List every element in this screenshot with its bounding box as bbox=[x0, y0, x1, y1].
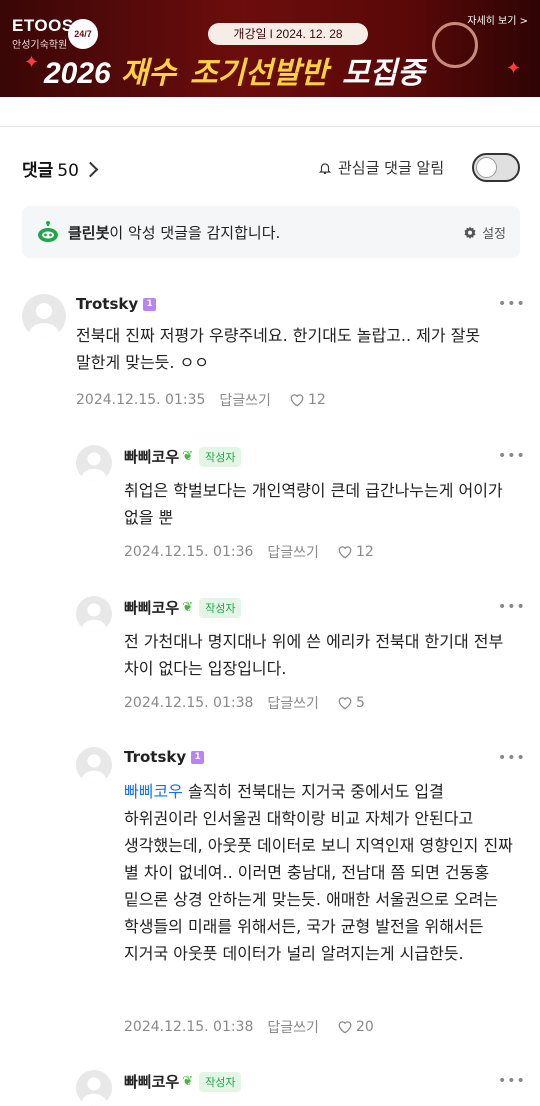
avatar[interactable] bbox=[76, 596, 112, 632]
avatar[interactable] bbox=[76, 445, 112, 481]
comment-body: 전 가천대나 명지대나 위에 쓴 에리카 전북대 한기대 전부 차이 없다는 입… bbox=[124, 632, 504, 678]
more-options-icon[interactable]: ••• bbox=[498, 296, 526, 312]
sparkle-icon: ✦ bbox=[506, 58, 522, 79]
banner-headline: 2026 재수 조기선발반 모집중 bbox=[44, 48, 425, 92]
comment-author[interactable]: Trotsky 1 bbox=[76, 295, 157, 313]
comment-alert: 관심글 댓글 알림 bbox=[318, 157, 444, 178]
comment-date: 2024.12.15. 01:38 bbox=[124, 695, 254, 711]
author-badge: 작성자 bbox=[199, 446, 242, 467]
robot-icon bbox=[38, 221, 58, 242]
sparkle-icon: ✦ bbox=[24, 52, 40, 73]
comment-author[interactable]: 빠삐코우 ❦ 작성자 bbox=[124, 597, 242, 618]
banner-word-a: 재수 bbox=[120, 57, 176, 90]
alert-label: 관심글 댓글 알림 bbox=[338, 159, 445, 177]
comment-date: 2024.12.15. 01:38 bbox=[124, 1019, 254, 1035]
alarm-clock-icon bbox=[432, 22, 478, 68]
heart-icon[interactable] bbox=[337, 696, 353, 710]
member-level-badge: 1 bbox=[191, 750, 205, 764]
heart-icon[interactable] bbox=[337, 545, 353, 559]
like-count: 20 bbox=[355, 1019, 374, 1035]
start-date-pill: 개강일 l 2024. 12. 28 bbox=[208, 23, 368, 45]
avatar[interactable] bbox=[76, 1070, 112, 1106]
more-options-icon[interactable]: ••• bbox=[498, 448, 526, 464]
comment-meta: 2024.12.15. 01:35 답글쓰기 12 bbox=[76, 390, 326, 410]
cleanbot-text: 클린봇이 악성 댓글을 감지합니다. bbox=[68, 222, 280, 243]
member-level-badge: 1 bbox=[143, 297, 157, 311]
author-nickname: 빠삐코우 bbox=[124, 1073, 180, 1091]
author-nickname: Trotsky bbox=[76, 295, 139, 313]
comment-alert-toggle[interactable] bbox=[472, 153, 520, 182]
reply-button[interactable]: 답글쓰기 bbox=[267, 542, 319, 562]
cleanbot-notice: 클린봇이 악성 댓글을 감지합니다. 설정 bbox=[22, 206, 520, 258]
gear-icon bbox=[464, 226, 476, 239]
comment-text: 솔직히 전북대는 지거국 중에서도 입결 하위권이라 인서울권 대학이랑 비교 … bbox=[124, 782, 513, 963]
author-nickname: 빠삐코우 bbox=[124, 448, 180, 466]
comment-meta: 2024.12.15. 01:36 답글쓰기 12 bbox=[124, 542, 374, 562]
toggle-knob bbox=[476, 157, 497, 178]
more-options-icon[interactable]: ••• bbox=[498, 750, 526, 766]
comments-heading[interactable]: 댓글 50 bbox=[22, 156, 99, 181]
comment-author[interactable]: 빠삐코우 ❦ 작성자 bbox=[124, 1071, 242, 1092]
sprout-icon: ❦ bbox=[182, 449, 194, 464]
comments-count: 50 bbox=[57, 161, 79, 181]
author-nickname: Trotsky bbox=[124, 748, 187, 766]
heart-icon[interactable] bbox=[337, 1020, 353, 1034]
comment-date: 2024.12.15. 01:36 bbox=[124, 544, 254, 560]
reply-button[interactable]: 답글쓰기 bbox=[267, 693, 319, 713]
cleanbot-settings-button[interactable]: 설정 bbox=[463, 223, 506, 242]
hours-badge: 24/7 bbox=[68, 19, 98, 49]
more-options-icon[interactable]: ••• bbox=[498, 599, 526, 615]
author-badge: 작성자 bbox=[199, 1071, 242, 1092]
comment-meta: 2024.12.15. 01:38 답글쓰기 5 bbox=[124, 693, 365, 713]
banner-word-b: 조기선발반 bbox=[189, 57, 328, 90]
cleanbot-message: 이 악성 댓글을 감지합니다. bbox=[109, 224, 281, 242]
banner-more-link[interactable]: 자세히 보기 > bbox=[467, 12, 528, 27]
banner-word-c: 모집중 bbox=[341, 57, 425, 90]
heart-icon[interactable] bbox=[289, 393, 305, 407]
author-nickname: 빠삐코우 bbox=[124, 599, 180, 617]
comment-body: 취업은 학벌보다는 개인역량이 큰데 급간나누는게 어이가 없을 뿐 bbox=[124, 481, 503, 527]
more-options-icon[interactable]: ••• bbox=[498, 1073, 526, 1089]
comment-meta: 2024.12.15. 01:38 답글쓰기 20 bbox=[124, 1017, 374, 1037]
like-count: 5 bbox=[355, 695, 365, 711]
brand-logo: ETOOS bbox=[12, 16, 74, 35]
mention-link[interactable]: 빠삐코우 bbox=[124, 782, 183, 801]
sprout-icon: ❦ bbox=[182, 1074, 194, 1089]
chevron-right-icon bbox=[82, 161, 99, 178]
avatar[interactable] bbox=[22, 294, 66, 338]
comment-author[interactable]: 빠삐코우 ❦ 작성자 bbox=[124, 446, 242, 467]
sprout-icon: ❦ bbox=[182, 600, 194, 615]
avatar[interactable] bbox=[76, 747, 112, 783]
comment-date: 2024.12.15. 01:35 bbox=[76, 392, 206, 408]
banner-year: 2026 bbox=[44, 57, 111, 90]
reply-button[interactable]: 답글쓰기 bbox=[219, 390, 271, 410]
ad-banner[interactable]: ETOOS 안성기숙학원 24/7 개강일 l 2024. 12. 28 202… bbox=[0, 0, 540, 97]
like-count: 12 bbox=[355, 544, 374, 560]
comment-body: 빠삐코우 솔직히 전북대는 지거국 중에서도 입결 하위권이라 인서울권 대학이… bbox=[124, 778, 516, 967]
comment-body: 전북대 진짜 저평가 우량주네요. 한기대도 놀랍고.. 제가 잘못 말한게 맞… bbox=[76, 326, 481, 372]
like-count: 12 bbox=[307, 392, 326, 408]
bell-icon bbox=[318, 162, 332, 174]
section-divider bbox=[0, 126, 540, 127]
comment-author[interactable]: Trotsky 1 bbox=[124, 748, 205, 766]
comments-label: 댓글 bbox=[22, 161, 54, 181]
reply-button[interactable]: 답글쓰기 bbox=[267, 1017, 319, 1037]
author-badge: 작성자 bbox=[199, 597, 242, 618]
cleanbot-name: 클린봇 bbox=[68, 224, 110, 242]
settings-label: 설정 bbox=[482, 227, 506, 242]
